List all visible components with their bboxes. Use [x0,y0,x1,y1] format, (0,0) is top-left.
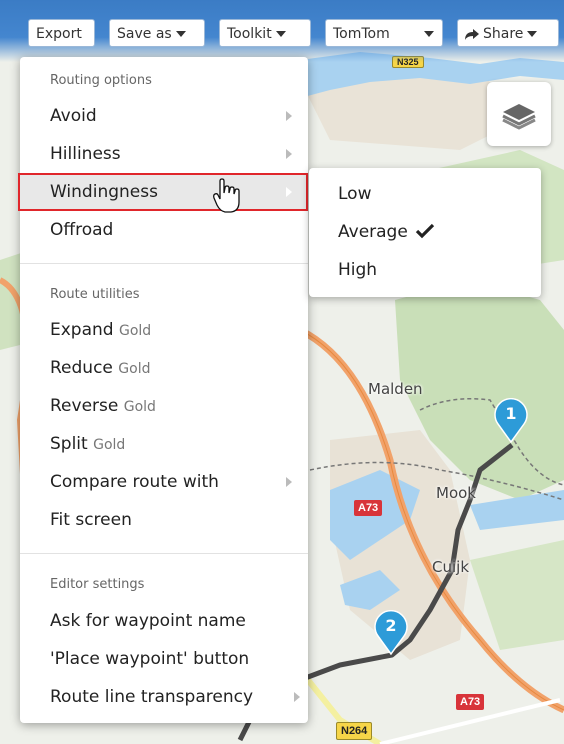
section-title-routing-options: Routing options [50,73,152,88]
chevron-down-icon [527,31,538,37]
menu-item-label: Reduce [50,358,113,378]
submenu-item-low[interactable]: Low [309,175,541,213]
share-label: Share [483,26,524,42]
hand-pointer-cursor-icon [213,178,240,213]
section-title-editor-settings: Editor settings [50,577,145,592]
section-title-route-utilities: Route utilities [50,287,140,302]
waypoint-marker-2[interactable]: 2 [373,610,409,656]
submenu-item-label: Average [338,222,408,242]
map-provider-select[interactable]: TomTom [325,19,443,47]
layers-button[interactable] [487,82,551,146]
menu-item-label: Hilliness [50,144,121,164]
top-toolbar: Export Save as Toolkit TomTom Share [0,0,564,62]
chevron-right-icon [294,692,300,702]
layers-icon [502,104,536,130]
waypoint-number: 1 [505,404,517,423]
menu-item-label: Expand [50,320,114,340]
chevron-right-icon [286,111,292,121]
gold-badge: Gold [118,361,151,377]
menu-item-reverse[interactable]: Reverse Gold [20,387,308,425]
place-label: Malden [368,380,423,398]
gold-badge: Gold [118,323,152,339]
chevron-down-icon [175,31,186,37]
menu-item-compare-route[interactable]: Compare route with [20,463,308,501]
save-as-dropdown-menu: Routing options Avoid Hilliness Windingn… [18,57,308,723]
menu-item-label: Ask for waypoint name [50,611,246,631]
submenu-item-label: Low [338,184,372,204]
chevron-down-icon [275,31,286,37]
menu-item-expand[interactable]: Expand Gold [20,311,308,349]
menu-item-label: Route line transparency [50,687,254,707]
chevron-right-icon [286,149,292,159]
submenu-item-label: High [338,260,378,280]
road-label: A73 [354,500,383,516]
toolkit-label: Toolkit [227,26,272,42]
chevron-right-icon [286,477,292,487]
menu-item-route-line-transparency[interactable]: Route line transparency [20,678,308,716]
menu-item-reduce[interactable]: Reduce Gold [20,349,308,387]
submenu-item-high[interactable]: High [309,251,541,289]
menu-item-label: Fit screen [50,510,132,530]
toolkit-button[interactable]: Toolkit [219,19,311,47]
menu-item-label: Split [50,434,88,454]
menu-item-label: Windingness [50,182,158,202]
menu-item-fit-screen[interactable]: Fit screen [20,501,308,539]
menu-item-avoid[interactable]: Avoid [20,97,308,135]
export-label: Export [36,26,82,42]
menu-item-label: Offroad [50,220,114,240]
menu-item-split[interactable]: Split Gold [20,425,308,463]
place-label: Mook [436,484,476,502]
export-button[interactable]: Export [28,19,95,47]
menu-item-place-waypoint-button[interactable]: 'Place waypoint' button [20,640,308,678]
save-as-label: Save as [117,26,172,42]
waypoint-number: 2 [385,616,397,635]
chevron-right-icon [286,187,292,197]
menu-item-label: Avoid [50,106,97,126]
menu-divider [20,263,308,264]
map-provider-label: TomTom [333,26,390,42]
road-label: N264 [336,722,373,740]
menu-item-label: Compare route with [50,472,219,492]
gold-badge: Gold [123,399,156,415]
menu-item-hilliness[interactable]: Hilliness [20,135,308,173]
forest-area-south [470,540,564,650]
waypoint-marker-1[interactable]: 1 [493,398,529,444]
menu-item-label: Reverse [50,396,119,416]
windingness-submenu: Low Average High [309,168,541,297]
menu-item-windingness[interactable]: Windingness [20,173,308,211]
share-button[interactable]: Share [457,19,559,47]
chevron-down-icon [424,31,434,37]
menu-item-label: 'Place waypoint' button [50,649,250,669]
menu-divider [20,553,308,554]
checkmark-icon [416,223,435,239]
save-as-button[interactable]: Save as [109,19,205,47]
road-label: A73 [456,694,485,710]
gold-badge: Gold [93,437,126,453]
menu-item-ask-waypoint-name[interactable]: Ask for waypoint name [20,602,308,640]
submenu-item-average[interactable]: Average [309,213,541,251]
menu-item-offroad[interactable]: Offroad [20,211,308,249]
share-arrow-icon [465,29,479,40]
place-label: Cuijk [432,558,470,576]
